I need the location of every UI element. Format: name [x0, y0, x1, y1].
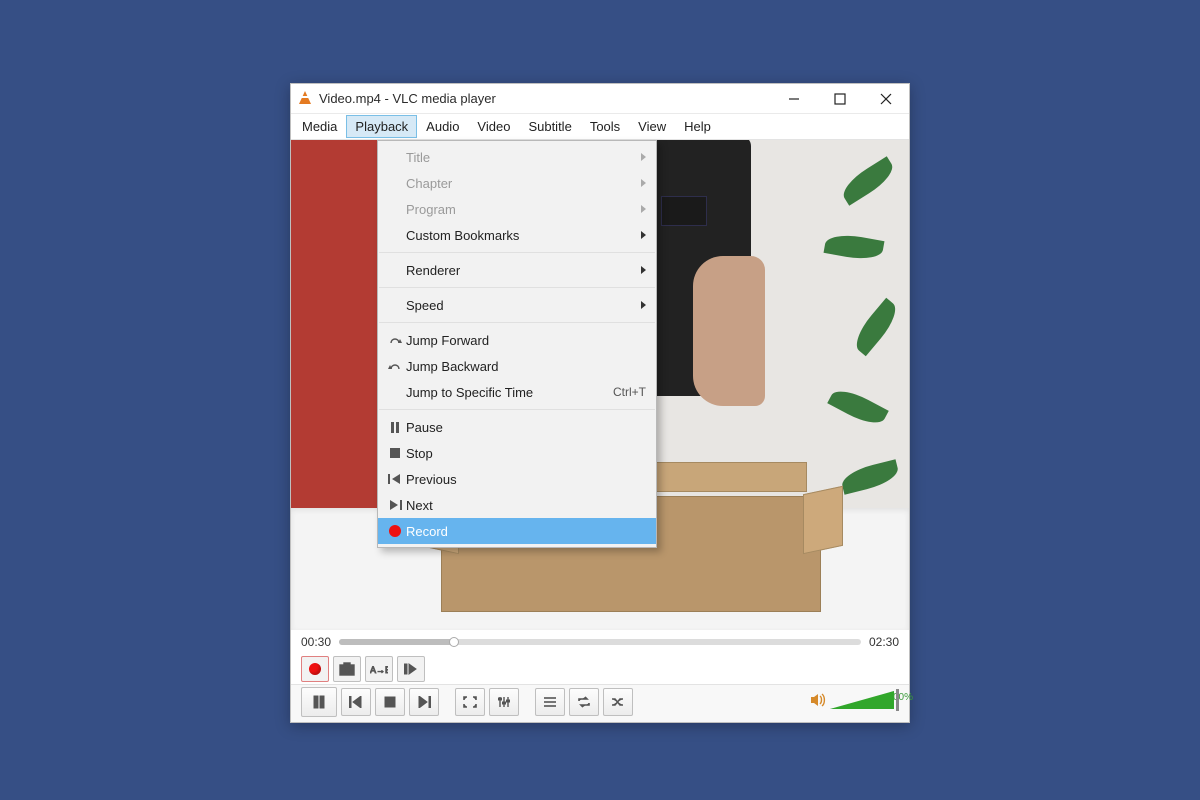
menu-title[interactable]: Title [378, 144, 656, 170]
menu-jump-backward[interactable]: Jump Backward [378, 353, 656, 379]
titlebar: Video.mp4 - VLC media player [291, 84, 909, 114]
playlist-button[interactable] [535, 688, 565, 716]
volume-full-marker [896, 689, 899, 711]
stop-icon [384, 448, 406, 458]
volume-slider[interactable] [830, 689, 894, 711]
stop-button[interactable] [375, 688, 405, 716]
next-icon [384, 500, 406, 510]
time-row: 00:30 02:30 [291, 630, 909, 654]
menu-jump-to-time[interactable]: Jump to Specific Time Ctrl+T [378, 379, 656, 405]
minimize-button[interactable] [771, 84, 817, 114]
menu-view[interactable]: View [629, 114, 675, 139]
playback-dropdown: Title Chapter Program Custom Bookmarks R… [377, 140, 657, 548]
previous-icon [384, 474, 406, 484]
menu-separator [379, 409, 655, 410]
volume-control: 100% [810, 692, 899, 711]
menu-video[interactable]: Video [468, 114, 519, 139]
record-icon [384, 525, 406, 537]
seek-slider[interactable] [339, 639, 861, 645]
menu-stop[interactable]: Stop [378, 440, 656, 466]
extended-settings-button[interactable] [489, 688, 519, 716]
menu-renderer[interactable]: Renderer [378, 257, 656, 283]
menu-separator [379, 322, 655, 323]
menu-chapter[interactable]: Chapter [378, 170, 656, 196]
pause-icon [384, 422, 406, 433]
record-dot-icon [309, 663, 321, 675]
menu-pause[interactable]: Pause [378, 414, 656, 440]
menu-tools[interactable]: Tools [581, 114, 629, 139]
adv-record-button[interactable] [301, 656, 329, 682]
control-bar: 100% [291, 684, 909, 722]
menu-help[interactable]: Help [675, 114, 720, 139]
jump-forward-icon [384, 334, 406, 346]
adv-frame-step-button[interactable] [397, 656, 425, 682]
adv-loop-ab-button[interactable]: A→B [365, 656, 393, 682]
advanced-controls: A→B [291, 654, 909, 684]
menu-record[interactable]: Record [378, 518, 656, 544]
menu-separator [379, 287, 655, 288]
previous-button[interactable] [341, 688, 371, 716]
jump-backward-icon [384, 360, 406, 372]
menu-media[interactable]: Media [293, 114, 346, 139]
loop-button[interactable] [569, 688, 599, 716]
menubar: Media Playback Audio Video Subtitle Tool… [291, 114, 909, 140]
menu-next[interactable]: Next [378, 492, 656, 518]
menu-playback[interactable]: Playback [346, 115, 417, 138]
menu-jump-forward[interactable]: Jump Forward [378, 327, 656, 353]
menu-custom-bookmarks[interactable]: Custom Bookmarks [378, 222, 656, 248]
next-button[interactable] [409, 688, 439, 716]
svg-text:A→B: A→B [370, 665, 388, 675]
menu-shortcut: Ctrl+T [613, 385, 646, 399]
menu-previous[interactable]: Previous [378, 466, 656, 492]
shuffle-button[interactable] [603, 688, 633, 716]
menu-audio[interactable]: Audio [417, 114, 468, 139]
menu-program[interactable]: Program [378, 196, 656, 222]
menu-separator [379, 252, 655, 253]
menu-speed[interactable]: Speed [378, 292, 656, 318]
speaker-icon[interactable] [810, 693, 826, 710]
fullscreen-button[interactable] [455, 688, 485, 716]
adv-snapshot-button[interactable] [333, 656, 361, 682]
maximize-button[interactable] [817, 84, 863, 114]
window-title: Video.mp4 - VLC media player [319, 91, 496, 106]
vlc-cone-icon [297, 91, 313, 107]
time-elapsed[interactable]: 00:30 [301, 635, 331, 649]
close-button[interactable] [863, 84, 909, 114]
time-total[interactable]: 02:30 [869, 635, 899, 649]
pause-button[interactable] [301, 687, 337, 717]
menu-subtitle[interactable]: Subtitle [519, 114, 580, 139]
